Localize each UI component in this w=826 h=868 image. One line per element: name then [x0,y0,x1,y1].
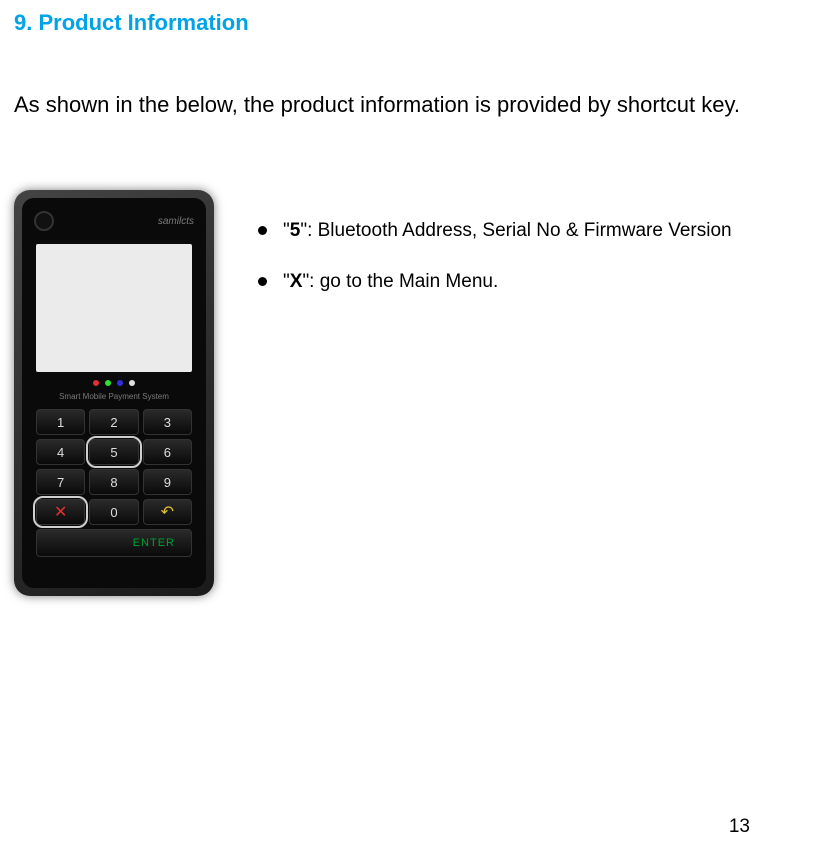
bullet-list: "5": Bluetooth Address, Serial No & Firm… [258,190,732,319]
bullet-suffix: ": Bluetooth Address, Serial No & Firmwa… [300,220,731,241]
bullet-icon [258,226,267,235]
bullet-item: "X": go to the Main Menu. [258,269,732,296]
key-4: 4 [36,439,85,465]
key-x: ✕ [36,499,85,525]
bullet-icon [258,277,267,286]
key-9: 9 [143,469,192,495]
led-red-icon [93,380,99,386]
bullet-suffix: ": go to the Main Menu. [302,271,498,292]
bullet-text: "X": go to the Main Menu. [283,269,498,296]
device-sublabel: Smart Mobile Payment System [22,392,206,401]
device-inner: samilcts Smart Mobile Payment System 1 2… [22,198,206,588]
key-2: 2 [89,409,138,435]
led-green-icon [105,380,111,386]
bullet-key: X [290,271,303,292]
section-heading: 9. Product Information [14,10,798,36]
device-top: samilcts [22,198,206,244]
bullet-key: 5 [290,220,301,241]
key-6: 6 [143,439,192,465]
bullet-item: "5": Bluetooth Address, Serial No & Firm… [258,218,732,245]
page-number: 13 [729,816,750,838]
content-row: samilcts Smart Mobile Payment System 1 2… [14,190,798,596]
key-5: 5 [89,439,138,465]
led-white-icon [129,380,135,386]
key-1: 1 [36,409,85,435]
key-back: ↶ [143,499,192,525]
key-8: 8 [89,469,138,495]
bullet-prefix: " [283,271,290,292]
bullet-prefix: " [283,220,290,241]
keypad: 1 2 3 4 5 6 7 8 9 ✕ 0 ↶ [36,409,192,525]
bullet-text: "5": Bluetooth Address, Serial No & Firm… [283,218,732,245]
key-0: 0 [89,499,138,525]
brand-label: samilcts [158,216,194,227]
led-blue-icon [117,380,123,386]
key-7: 7 [36,469,85,495]
key-3: 3 [143,409,192,435]
led-row [22,380,206,386]
intro-text: As shown in the below, the product infor… [14,92,798,118]
enter-key: ENTER [36,529,192,557]
device-image: samilcts Smart Mobile Payment System 1 2… [14,190,214,596]
camera-icon [34,211,54,231]
device-screen [36,244,192,372]
